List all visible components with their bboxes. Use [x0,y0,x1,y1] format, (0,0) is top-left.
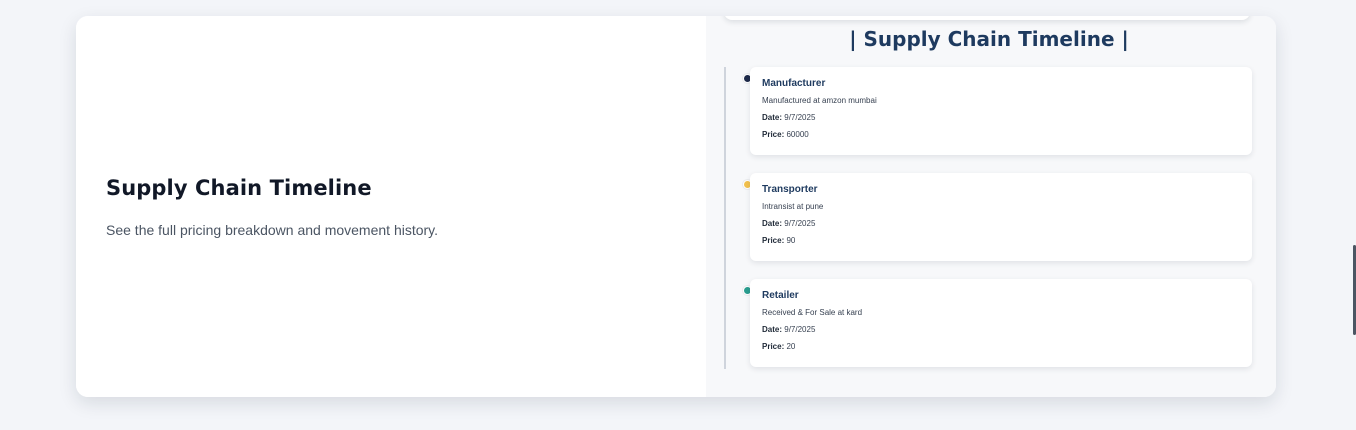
supply-chain-card: Supply Chain Timeline See the full prici… [76,16,1276,397]
price-label: Price: [762,236,785,245]
timeline-entry-retailer: Retailer Received & For Sale at kard Dat… [750,279,1252,367]
entry-role: Manufacturer [762,78,826,89]
date-value: 9/7/2025 [784,325,816,334]
price-value: 60000 [786,130,809,139]
entry-price: Price: 20 [762,342,1240,351]
entry-price: Price: 60000 [762,130,1240,139]
entry-role: Retailer [762,290,799,301]
entry-date: Date: 9/7/2025 [762,325,1240,334]
intro-description: See the full pricing breakdown and movem… [106,222,439,238]
timeline-entry-transporter: Transporter Intransist at pune Date: 9/7… [750,173,1252,261]
price-value: 20 [786,342,796,351]
timeline-title: | Supply Chain Timeline | [849,27,1129,51]
price-label: Price: [762,130,785,139]
entry-price: Price: 90 [762,236,1240,245]
date-value: 9/7/2025 [784,219,816,228]
entry-date: Date: 9/7/2025 [762,219,1240,228]
timeline-axis [724,67,726,369]
date-label: Date: [762,219,783,228]
price-label: Price: [762,342,785,351]
entry-description: Manufactured at amzon mumbai [762,96,877,105]
intro-panel: Supply Chain Timeline See the full prici… [76,16,706,397]
entry-description: Received & For Sale at kard [762,308,863,317]
timeline-entry-manufacturer: Manufacturer Manufactured at amzon mumba… [750,67,1252,155]
date-value: 9/7/2025 [784,113,816,122]
date-label: Date: [762,325,783,334]
entry-role: Transporter [762,184,818,195]
timeline-panel[interactable]: | Supply Chain Timeline | Manufacturer M… [706,16,1276,397]
entry-date: Date: 9/7/2025 [762,113,1240,122]
intro-title: Supply Chain Timeline [106,176,372,200]
previous-card-edge [724,16,1250,20]
date-label: Date: [762,113,783,122]
price-value: 90 [786,236,796,245]
entry-description: Intransist at pune [762,202,824,211]
